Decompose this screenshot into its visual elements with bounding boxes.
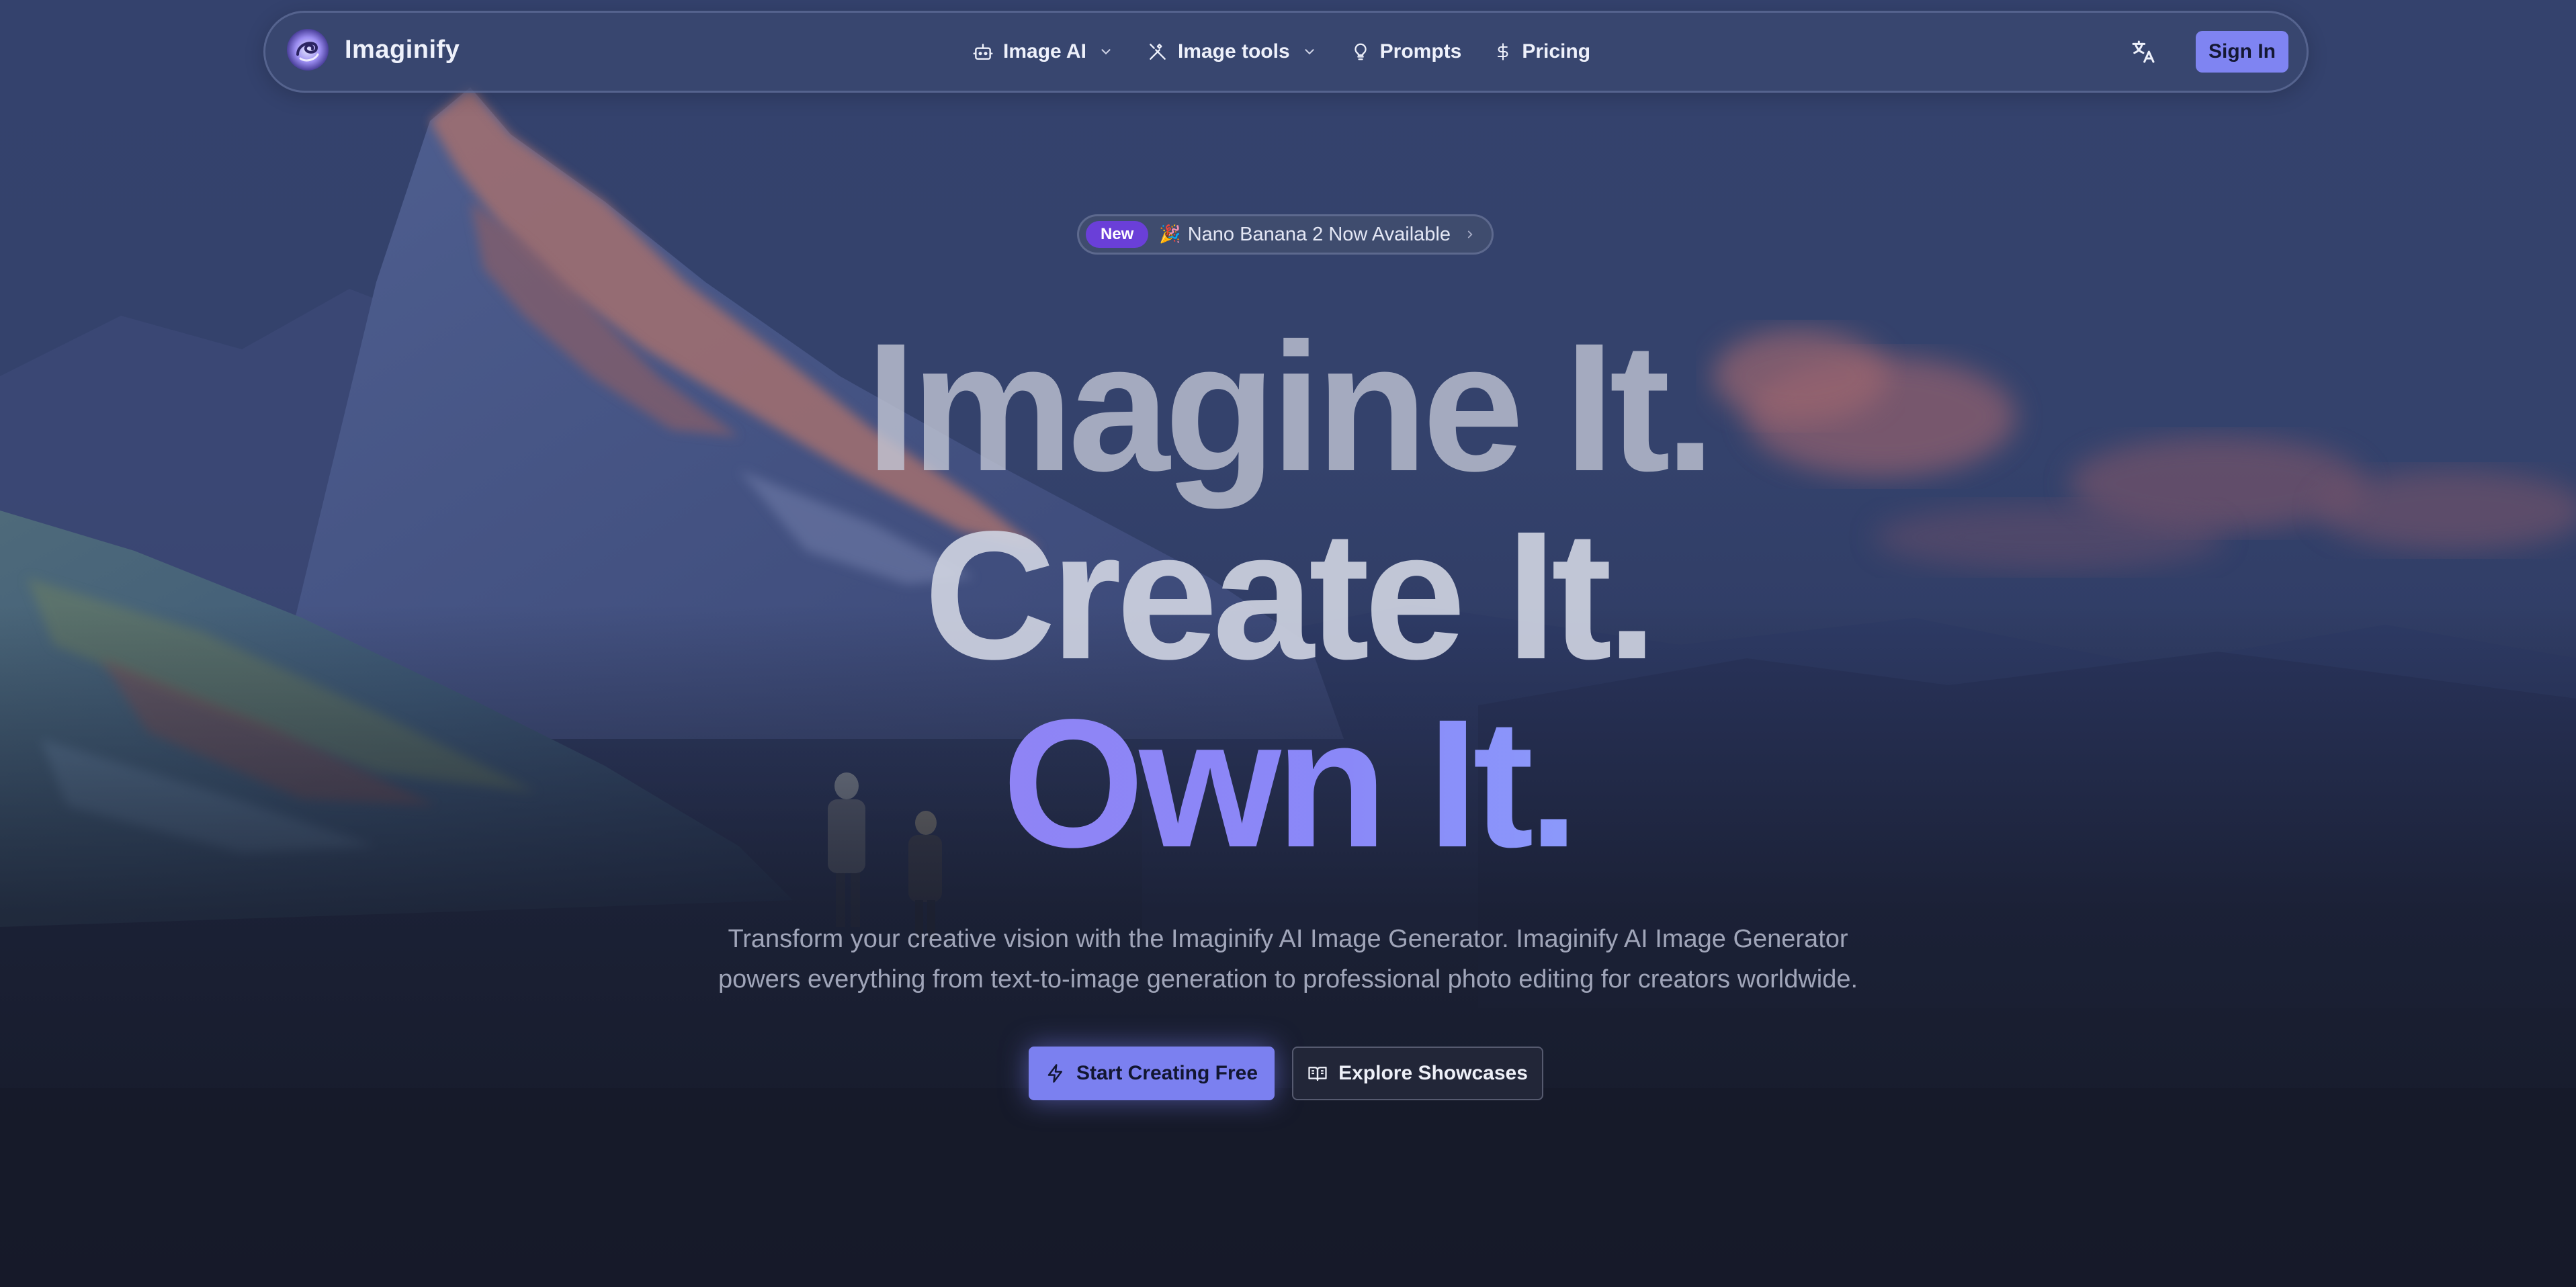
- announcement-badge[interactable]: New 🎉 Nano Banana 2 Now Available: [1077, 214, 1494, 255]
- brand[interactable]: Imaginify: [286, 28, 460, 72]
- robot-icon: [973, 44, 993, 60]
- hero-subtitle-line-1: Transform your creative vision with the …: [728, 925, 1848, 953]
- nav-item-image-tools[interactable]: Image tools: [1147, 40, 1317, 63]
- explore-showcases-button[interactable]: Explore Showcases: [1292, 1047, 1543, 1100]
- brand-name: Imaginify: [345, 35, 460, 64]
- explore-showcases-label: Explore Showcases: [1338, 1062, 1528, 1084]
- nav-item-label: Image tools: [1177, 40, 1290, 62]
- hero-subtitle: Transform your creative vision with the …: [0, 919, 2576, 1000]
- sign-in-button[interactable]: Sign In: [2196, 31, 2288, 73]
- nav-item-label: Prompts: [1379, 40, 1462, 62]
- start-creating-label: Start Creating Free: [1076, 1062, 1258, 1084]
- party-popper-icon: 🎉: [1159, 224, 1181, 245]
- brand-logo-icon: [287, 29, 329, 71]
- start-creating-button[interactable]: Start Creating Free: [1029, 1047, 1275, 1100]
- nav-item-prompts[interactable]: Prompts: [1350, 40, 1462, 63]
- translate-icon[interactable]: [2130, 38, 2157, 65]
- hero-headline-line-3: Own It.: [0, 692, 2576, 875]
- lightning-icon: [1047, 1064, 1062, 1083]
- landing-page: Imaginify Image AI Image tools Prompts P…: [0, 0, 2576, 1287]
- hero-subtitle-line-2: powers everything from text-to-image gen…: [718, 965, 1858, 993]
- chevron-down-icon: [1305, 49, 1314, 55]
- top-navigation-bar: Imaginify Image AI Image tools Prompts P…: [263, 11, 2309, 93]
- lightbulb-icon: [1355, 43, 1367, 60]
- book-icon: [1308, 1067, 1327, 1081]
- nav-item-label: Image AI: [1003, 40, 1086, 62]
- nav-links: Image AI Image tools Prompts Pricing: [972, 13, 1624, 91]
- chevron-right-icon: [1467, 230, 1473, 238]
- dollar-icon: [1498, 43, 1508, 60]
- announcement-text: Nano Banana 2 Now Available: [1187, 223, 1451, 245]
- chevron-down-icon: [1101, 49, 1111, 55]
- hero-headline-line-3-text: Own It.: [1002, 681, 1580, 885]
- nav-item-pricing[interactable]: Pricing: [1494, 40, 1590, 63]
- tools-icon: [1150, 44, 1166, 60]
- hero-headline-line-1: Imagine It.: [865, 305, 1715, 509]
- nav-item-label: Pricing: [1522, 40, 1591, 62]
- new-tag: New: [1086, 221, 1149, 248]
- hero-headline-line-2: Create It.: [924, 493, 1658, 697]
- nav-item-image-ai[interactable]: Image AI: [972, 40, 1113, 63]
